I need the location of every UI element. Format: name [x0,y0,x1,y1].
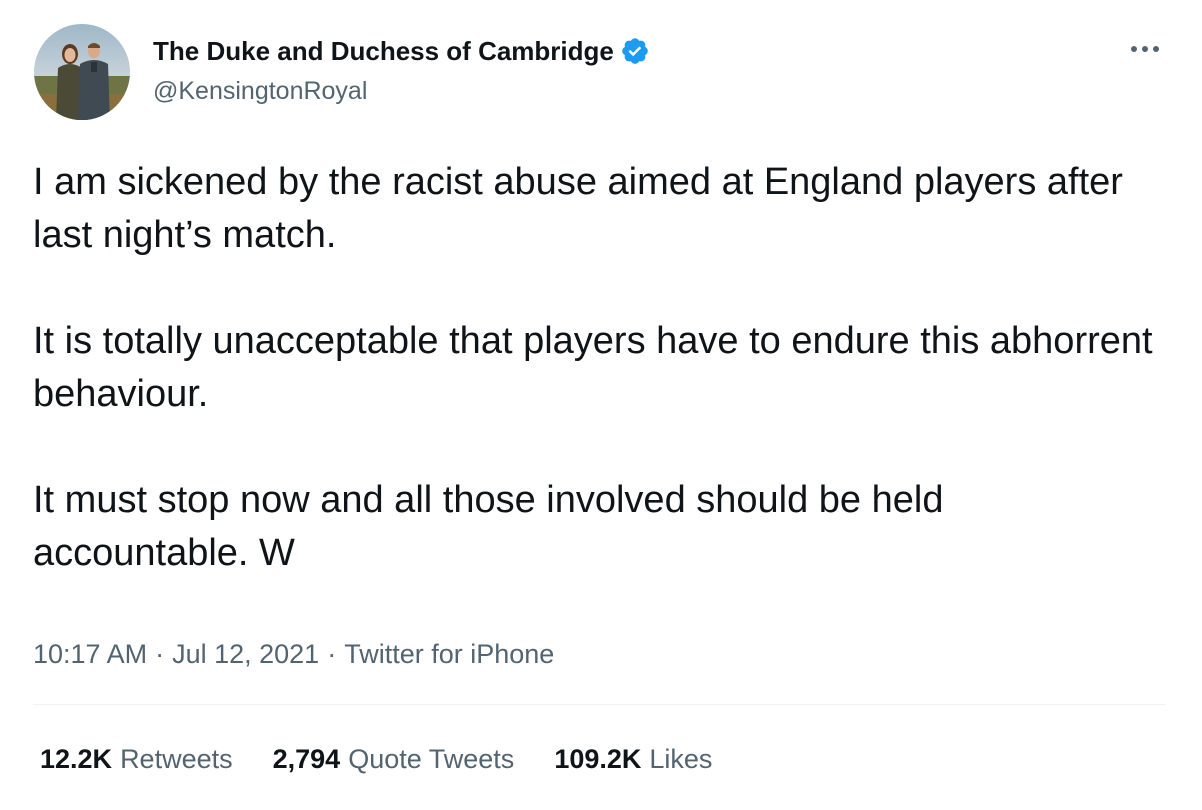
likes-stat[interactable]: 109.2K Likes [554,741,712,777]
separator-dot: · [155,639,165,669]
quote-tweets-stat[interactable]: 2,794 Quote Tweets [273,741,515,777]
tweet-source[interactable]: Twitter for iPhone [344,639,554,669]
verified-badge-icon [620,36,650,66]
divider [33,704,1166,705]
author-name[interactable]: The Duke and Duchess of Cambridge [153,35,614,67]
ellipsis-icon [1131,46,1159,52]
retweets-stat[interactable]: 12.2K Retweets [40,741,233,777]
retweets-label: Retweets [120,744,233,774]
avatar[interactable] [34,24,130,120]
likes-label: Likes [649,744,713,774]
tweet-text: I am sickened by the racist abuse aimed … [33,156,1163,580]
author-name-row[interactable]: The Duke and Duchess of Cambridge [153,35,650,67]
tweet-paragraph: It is totally unacceptable that players … [33,320,1153,415]
couple-photo-avatar [34,24,130,120]
separator-dot: · [327,639,337,669]
likes-count: 109.2K [554,744,642,774]
tweet-card: The Duke and Duchess of Cambridge @Kensi… [0,0,1202,810]
author-handle[interactable]: @KensingtonRoyal [153,76,367,106]
retweets-count: 12.2K [40,744,113,774]
tweet-paragraph: It must stop now and all those involved … [33,479,944,574]
more-options-button[interactable] [1125,34,1165,64]
tweet-paragraph: I am sickened by the racist abuse aimed … [33,161,1123,256]
quote-tweets-count: 2,794 [272,744,341,774]
engagement-stats: 12.2K Retweets 2,794 Quote Tweets 109.2K Li… [40,741,752,777]
quote-tweets-label: Quote Tweets [348,744,515,774]
tweet-date[interactable]: Jul 12, 2021 [172,639,319,669]
tweet-time[interactable]: 10:17 AM [33,639,147,669]
tweet-metadata: 10:17 AM · Jul 12, 2021 · Twitter for iPhone [33,637,554,671]
